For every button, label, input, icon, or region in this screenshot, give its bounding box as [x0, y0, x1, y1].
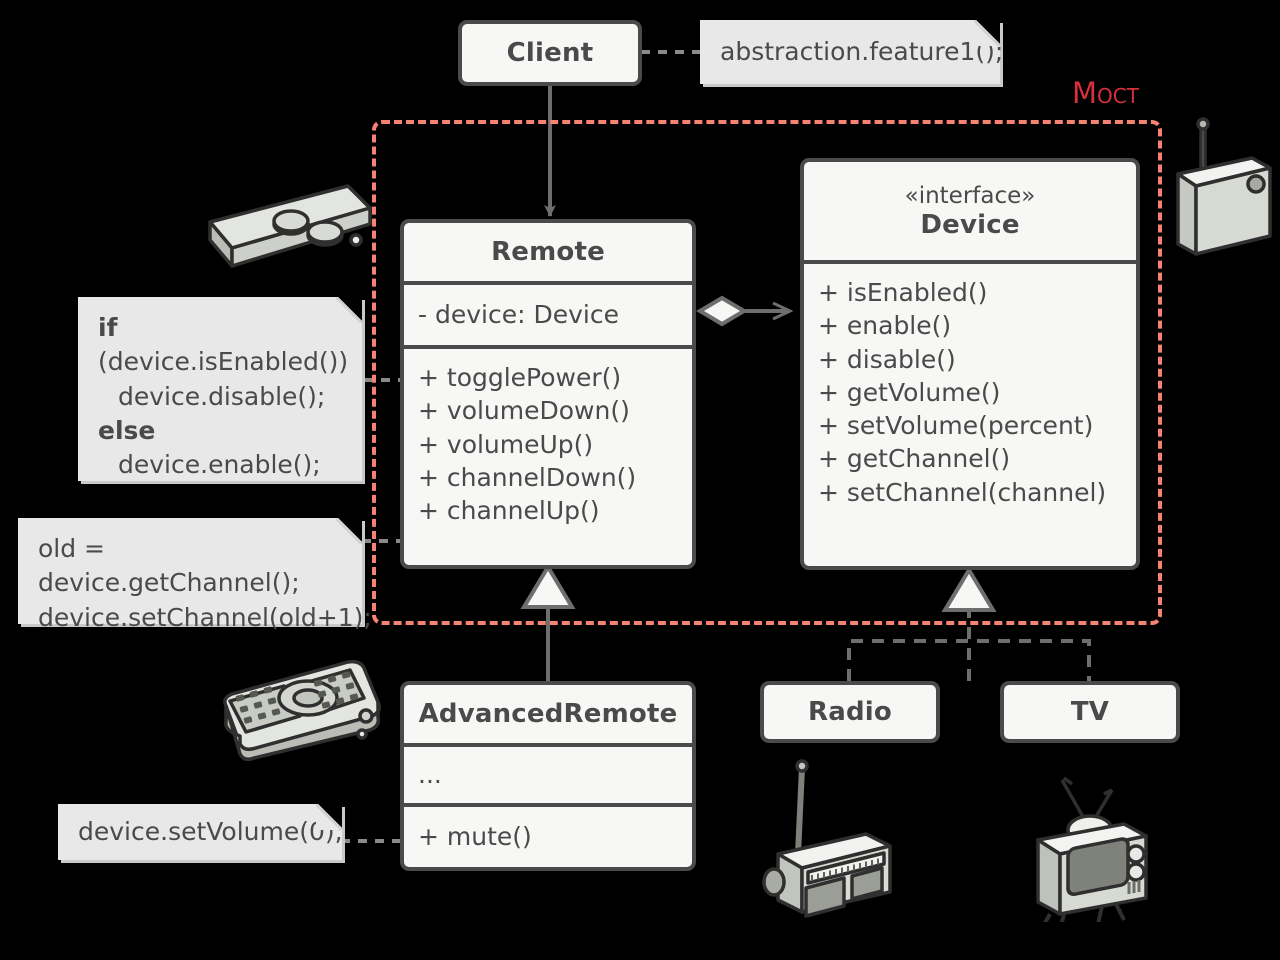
class-remote-header: Remote	[404, 223, 692, 281]
class-remote-methods: + togglePower() + volumeDown() + volumeU…	[404, 349, 692, 565]
class-device-method-2: + disable()	[818, 344, 956, 374]
radio-icon	[762, 759, 892, 918]
note-mute-line1: device.setVolume(0);	[78, 816, 344, 846]
class-box-remote[interactable]: Remote - device: Device + togglePower() …	[400, 219, 696, 569]
note-channel-up-line1: old = device.getChannel();	[38, 534, 300, 598]
class-tv-header: TV	[1004, 685, 1176, 739]
class-advanced-remote-fields: ...	[404, 747, 692, 803]
note-mute: device.setVolume(0);	[58, 804, 344, 860]
advanced-remote-icon	[223, 659, 381, 762]
relation-devices-implement-device	[847, 566, 1091, 681]
class-device-methods: + isEnabled() + enable() + disable() + g…	[804, 264, 1136, 566]
class-box-advanced-remote[interactable]: AdvancedRemote ... + mute()	[400, 681, 696, 871]
simple-remote-icon	[208, 184, 372, 268]
uml-diagram-canvas: Device (aggregation diamond + open arrow…	[0, 0, 1280, 960]
class-radio-header: Radio	[764, 685, 936, 739]
note-toggle-power-line3: else	[98, 414, 344, 448]
note-fold-corner-icon	[316, 804, 342, 830]
class-remote-method-3: + channelDown()	[418, 462, 637, 492]
class-remote-method-2: + volumeUp()	[418, 429, 594, 459]
class-device-method-5: + getChannel()	[818, 444, 1011, 474]
relation-advancedremote-extends-remote	[520, 563, 576, 681]
class-advanced-remote-field-0: ...	[418, 760, 442, 790]
class-box-client[interactable]: Client	[458, 20, 642, 86]
class-box-radio[interactable]: Radio	[760, 681, 940, 743]
class-advanced-remote-method-0: + mute()	[418, 822, 532, 852]
class-device-method-6: + setChannel(channel)	[818, 477, 1107, 507]
class-remote-fields: - device: Device	[404, 285, 692, 345]
class-remote-method-4: + channelUp()	[418, 496, 600, 525]
class-advanced-remote-methods: + mute()	[404, 807, 692, 867]
note-toggle-power-line2: device.disable();	[118, 381, 326, 411]
note-fold-corner-icon	[336, 297, 362, 323]
class-device-method-3: + getVolume()	[818, 377, 1001, 407]
class-remote-method-1: + volumeDown()	[418, 396, 630, 426]
class-device-method-4: + setVolume(percent)	[818, 411, 1094, 440]
note-toggle-power: if (device.isEnabled()) device.disable()…	[78, 297, 362, 481]
class-device-name: Device	[920, 210, 1020, 241]
class-advanced-remote-name: AdvancedRemote	[418, 699, 678, 729]
class-client-name: Client	[506, 38, 594, 68]
bridge-boundary-label: Мост	[1072, 76, 1139, 110]
note-fold-corner-icon	[974, 20, 1000, 46]
note-channel-up: old = device.getChannel(); device.setCha…	[18, 518, 372, 632]
class-device-method-0: + isEnabled()	[818, 278, 988, 307]
class-remote-field-0: - device: Device	[418, 300, 619, 330]
class-tv-name: TV	[1070, 697, 1110, 727]
class-box-device[interactable]: «interface» Device + isEnabled() + enabl…	[800, 158, 1140, 570]
class-advanced-remote-header: AdvancedRemote	[404, 685, 692, 743]
generic-device-icon	[1176, 117, 1272, 256]
note-toggle-power-line1: if (device.isEnabled())	[98, 311, 348, 380]
class-device-header: «interface» Device	[804, 162, 1136, 260]
class-device-method-1: + enable()	[818, 311, 952, 341]
relation-remote-aggregates-device	[696, 295, 790, 327]
keyword-else: else	[98, 415, 156, 445]
note-client-call: abstraction.feature1();	[700, 20, 1004, 84]
class-client-header: Client	[462, 24, 638, 82]
class-device-stereotype: «interface»	[904, 182, 1036, 209]
note-fold-corner-icon	[336, 518, 362, 544]
tv-icon	[1036, 776, 1148, 922]
note-channel-up-line2: device.setChannel(old+1);	[38, 602, 372, 632]
class-remote-method-0: + togglePower()	[418, 363, 622, 392]
note-toggle-power-line4: device.enable();	[118, 450, 321, 479]
class-box-tv[interactable]: TV	[1000, 681, 1180, 743]
note-client-call-line1: abstraction.feature1();	[720, 36, 1004, 66]
keyword-if: if	[98, 313, 118, 342]
note-toggle-power-condition: (device.isEnabled())	[98, 347, 349, 377]
class-radio-name: Radio	[808, 697, 892, 727]
class-remote-name: Remote	[491, 237, 605, 267]
